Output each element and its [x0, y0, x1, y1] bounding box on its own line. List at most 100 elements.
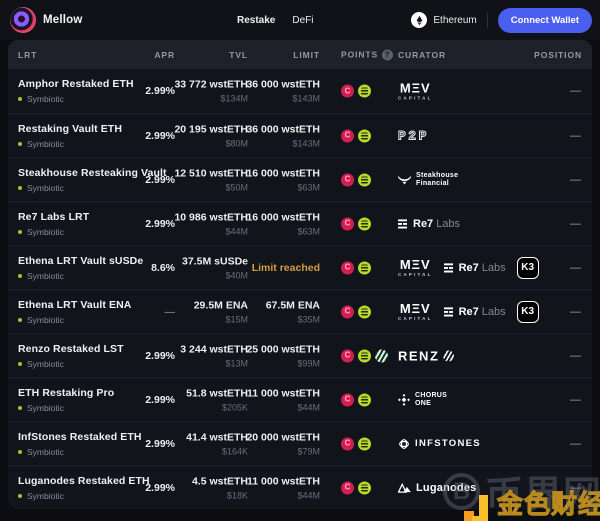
- tvl-cell: 29.5M ENA $15M: [194, 299, 248, 324]
- tvl-value: 10 986 wstETH: [174, 211, 248, 223]
- vault-name: Re7 Labs LRT: [18, 211, 89, 223]
- apr-cell: 8.6%: [151, 262, 175, 274]
- tvl-usd: $134M: [174, 94, 248, 104]
- renzo-points-icon: [375, 349, 388, 362]
- curator-logo-re7-labs: Re7Labs: [444, 306, 506, 318]
- symbiotic-points-icon: [358, 349, 371, 362]
- vault-tag: Symbiotic: [18, 227, 89, 237]
- table-row[interactable]: Steakhouse Resteaking Vault Symbiotic 2.…: [8, 157, 592, 201]
- tvl-usd: $80M: [174, 138, 248, 148]
- limit-value: 11 000 wstETH: [247, 475, 320, 487]
- limit-cell: 16 000 wstETH $63M: [246, 211, 320, 236]
- tvl-value: 4.5 wstETH: [192, 475, 248, 487]
- col-limit: LIMIT: [293, 50, 320, 60]
- tvl-value: 41.4 wstETH: [186, 431, 248, 443]
- bars-icon: [444, 263, 454, 273]
- mellow-points-icon: C: [341, 437, 354, 450]
- position-cell: —: [570, 394, 581, 406]
- limit-cell: 67.5M ENA $35M: [266, 299, 320, 324]
- symbiotic-points-icon: [358, 261, 371, 274]
- brand[interactable]: Mellow: [10, 7, 83, 33]
- position-cell: —: [570, 306, 581, 318]
- diamonds-icon: [398, 394, 410, 406]
- limit-cell: 20 000 wstETH $79M: [246, 431, 320, 456]
- curator-logo-chorus-one: CHORUSONE: [398, 391, 447, 407]
- vault-name: Amphor Restaked ETH: [18, 78, 134, 90]
- symbiotic-points-icon: [358, 217, 371, 230]
- vault-tag-label: Symbiotic: [27, 491, 64, 501]
- points-cell: C: [341, 393, 371, 406]
- points-help-icon[interactable]: ?: [382, 49, 393, 60]
- network-selector[interactable]: Ethereum: [411, 12, 476, 28]
- tvl-cell: 4.5 wstETH $18K: [192, 475, 248, 500]
- table-row[interactable]: Re7 Labs LRT Symbiotic 2.99% 10 986 wstE…: [8, 201, 592, 245]
- curator-logo-infstones: INFSTONES: [398, 438, 481, 450]
- vault-tag-label: Symbiotic: [27, 227, 64, 237]
- tvl-value: 3 244 wstETH: [180, 343, 248, 355]
- apr-cell: 2.99%: [145, 438, 175, 450]
- tvl-cell: 20 195 wstETH $80M: [174, 123, 248, 148]
- nav-restake[interactable]: Restake: [237, 15, 275, 26]
- knot-icon: [398, 438, 410, 450]
- limit-cell: 11 000 wstETH $44M: [247, 387, 320, 412]
- tvl-usd: $40M: [182, 270, 248, 280]
- header-divider: [487, 13, 488, 28]
- vault-name: Ethena LRT Vault ENA: [18, 299, 131, 311]
- vault-tag: Symbiotic: [18, 315, 131, 325]
- symbiotic-dot-icon: [18, 406, 22, 410]
- limit-cell: Limit reached: [252, 262, 320, 274]
- curator-logo-renzo: RENZ: [398, 348, 454, 363]
- limit-usd: $143M: [246, 94, 320, 104]
- curator-logo-p2p: P2P: [398, 128, 429, 143]
- vault-name: Restaking Vault ETH: [18, 123, 122, 135]
- col-points-label: POINTS: [341, 50, 378, 60]
- table-row[interactable]: InfStones Restaked ETH Symbiotic 2.99% 4…: [8, 421, 592, 465]
- table-row[interactable]: Restaking Vault ETH Symbiotic 2.99% 20 1…: [8, 113, 592, 157]
- table-row[interactable]: Luganodes Restaked ETH Symbiotic 2.99% 4…: [8, 465, 592, 509]
- vault-tag: Symbiotic: [18, 271, 143, 281]
- table-body: Amphor Restaked ETH Symbiotic 2.99% 33 7…: [8, 69, 592, 509]
- curator-logo-luganodes: Luganodes: [398, 482, 476, 494]
- limit-usd: $143M: [246, 138, 320, 148]
- table-row[interactable]: Renzo Restaked LST Symbiotic 2.99% 3 244…: [8, 333, 592, 377]
- position-cell: —: [570, 350, 581, 362]
- table-row[interactable]: Amphor Restaked ETH Symbiotic 2.99% 33 7…: [8, 69, 592, 113]
- apr-cell: 2.99%: [145, 218, 175, 230]
- tvl-value: 51.8 wstETH: [186, 387, 248, 399]
- mellow-points-icon: C: [341, 85, 354, 98]
- limit-value: 16 000 wstETH: [246, 211, 320, 223]
- tvl-value: 12 510 wstETH: [174, 167, 248, 179]
- vault-tag: Symbiotic: [18, 139, 122, 149]
- limit-value: 11 000 wstETH: [247, 387, 320, 399]
- curator-logo-k3: K3: [517, 257, 539, 279]
- tvl-usd: $205K: [186, 402, 248, 412]
- network-label: Ethereum: [433, 15, 476, 26]
- position-cell: —: [570, 262, 581, 274]
- table-row[interactable]: Ethena LRT Vault ENA Symbiotic — 29.5M E…: [8, 289, 592, 333]
- symbiotic-points-icon: [358, 305, 371, 318]
- position-cell: —: [570, 174, 581, 186]
- tvl-cell: 41.4 wstETH $164K: [186, 431, 248, 456]
- position-cell: —: [570, 438, 581, 450]
- limit-usd: $44M: [247, 402, 320, 412]
- col-apr: APR: [154, 50, 175, 60]
- curator-cell: SteakhouseFinancial: [398, 171, 458, 187]
- table-row[interactable]: ETH Restaking Pro Symbiotic 2.99% 51.8 w…: [8, 377, 592, 421]
- table-row[interactable]: Ethena LRT Vault sUSDe Symbiotic 8.6% 37…: [8, 245, 592, 289]
- symbiotic-points-icon: [358, 481, 371, 494]
- apr-cell: 2.99%: [145, 174, 175, 186]
- apr-cell: 2.99%: [145, 85, 175, 97]
- limit-value: Limit reached: [252, 262, 320, 274]
- nav-defi[interactable]: DeFi: [292, 15, 313, 26]
- symbiotic-dot-icon: [18, 97, 22, 101]
- curator-cell: P2P: [398, 128, 429, 143]
- vault-tag-label: Symbiotic: [27, 139, 64, 149]
- tvl-value: 20 195 wstETH: [174, 123, 248, 135]
- limit-value: 36 000 wstETH: [246, 79, 320, 91]
- connect-wallet-button[interactable]: Connect Wallet: [498, 8, 592, 33]
- col-curator: CURATOR: [398, 50, 446, 60]
- bull-icon: [398, 175, 411, 185]
- curator-logo-re7-labs: Re7Labs: [398, 218, 460, 230]
- tvl-value: 37.5M sUSDe: [182, 255, 248, 267]
- vault-tag-label: Symbiotic: [27, 94, 64, 104]
